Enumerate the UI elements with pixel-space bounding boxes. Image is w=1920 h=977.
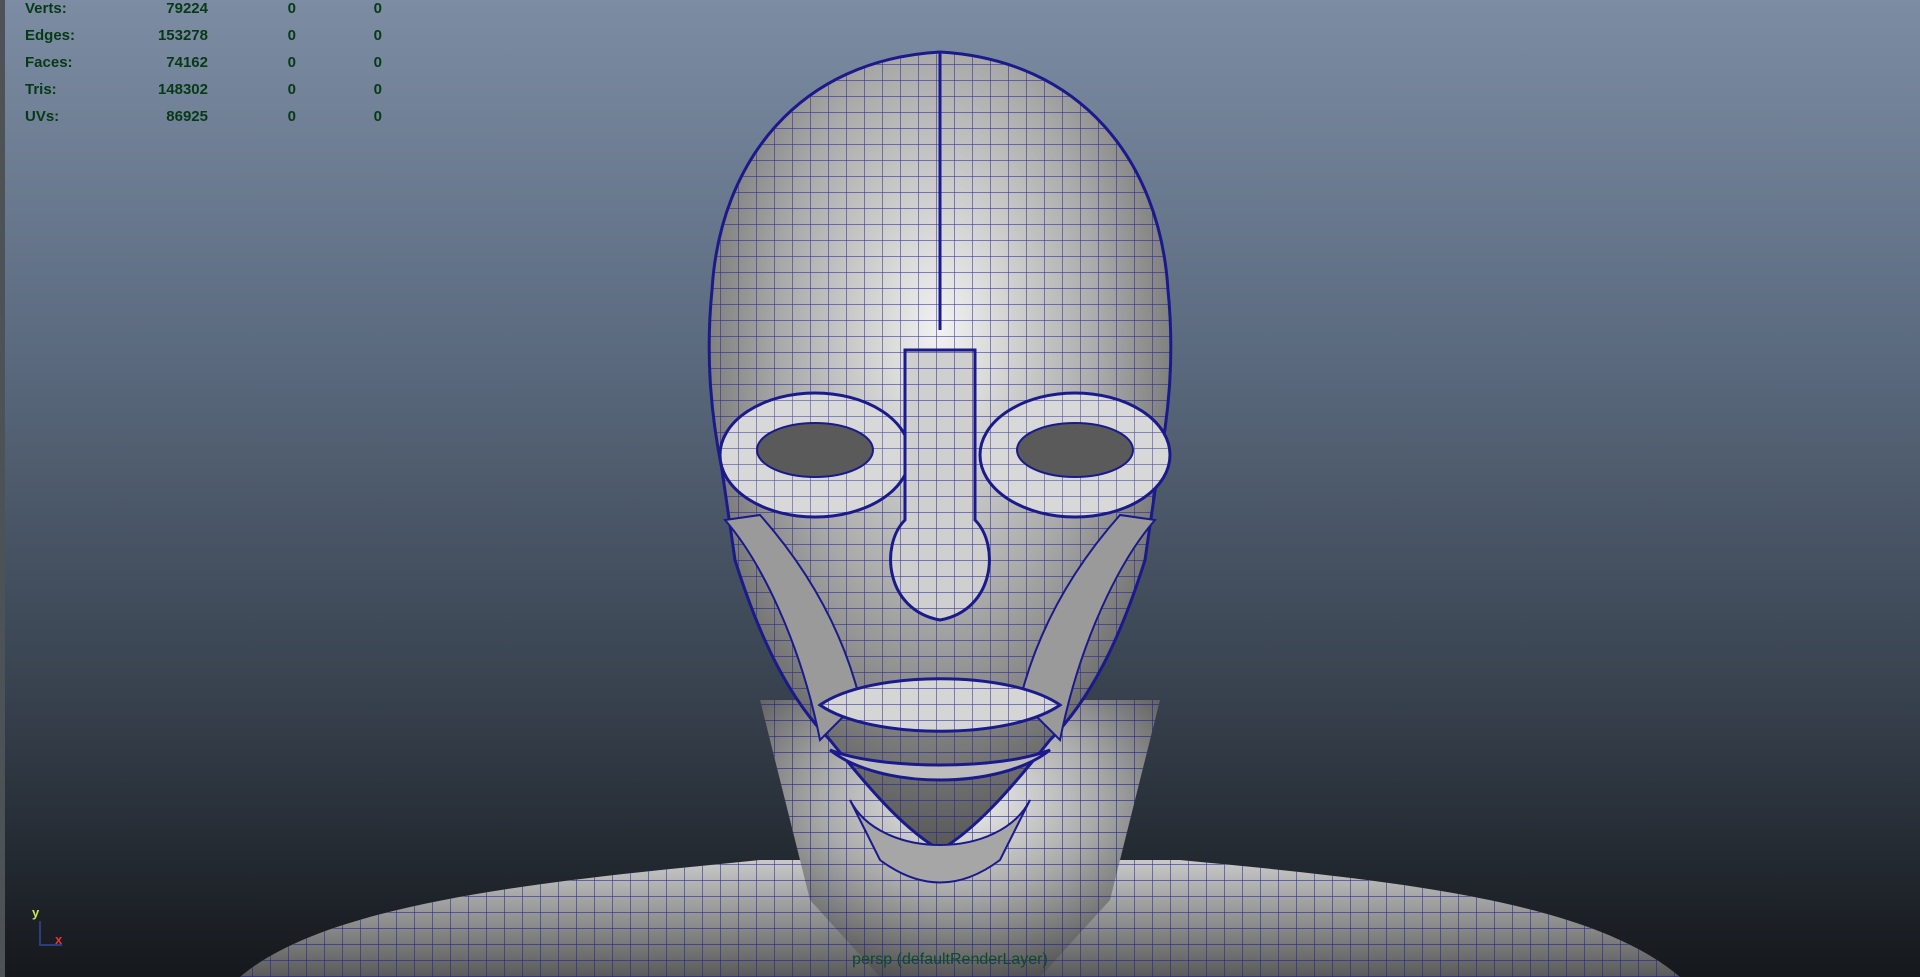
hud-value: 0: [287, 108, 296, 125]
hud-value: 0: [373, 54, 382, 71]
hud-row-verts: Verts: 79224 0 0: [25, 0, 382, 27]
hud-value: 79224: [166, 0, 208, 17]
poly-count-hud: Verts: 79224 0 0 Edges: 153278 0 0 Faces…: [25, 0, 382, 135]
hud-row-edges: Edges: 153278 0 0: [25, 27, 382, 54]
hud-value: 86925: [166, 108, 208, 125]
hud-label: Edges:: [25, 27, 76, 44]
axis-gizmo-icon: y x: [28, 905, 78, 955]
hud-value: 0: [287, 54, 296, 71]
hud-value: 0: [373, 0, 382, 17]
hud-label: Verts:: [25, 0, 67, 17]
hud-value: 153278: [157, 27, 208, 44]
3d-viewport[interactable]: [0, 0, 1920, 977]
hud-value: 0: [373, 108, 382, 125]
hud-value: 74162: [166, 54, 208, 71]
camera-name-label: persp (defaultRenderLayer): [852, 951, 1048, 968]
axis-x-label: x: [55, 932, 63, 947]
hud-label: Tris:: [25, 81, 57, 98]
axis-y-label: y: [32, 905, 40, 920]
hud-value: 0: [287, 27, 296, 44]
hud-row-uvs: UVs: 86925 0 0: [25, 108, 382, 135]
hud-value: 0: [287, 81, 296, 98]
hud-value: 0: [373, 81, 382, 98]
hud-value: 148302: [157, 81, 208, 98]
hud-value: 0: [373, 27, 382, 44]
hud-row-tris: Tris: 148302 0 0: [25, 81, 382, 108]
hud-value: 0: [287, 0, 296, 17]
hud-label: UVs:: [25, 108, 60, 125]
hud-row-faces: Faces: 74162 0 0: [25, 54, 382, 81]
hud-label: Faces:: [25, 54, 73, 71]
